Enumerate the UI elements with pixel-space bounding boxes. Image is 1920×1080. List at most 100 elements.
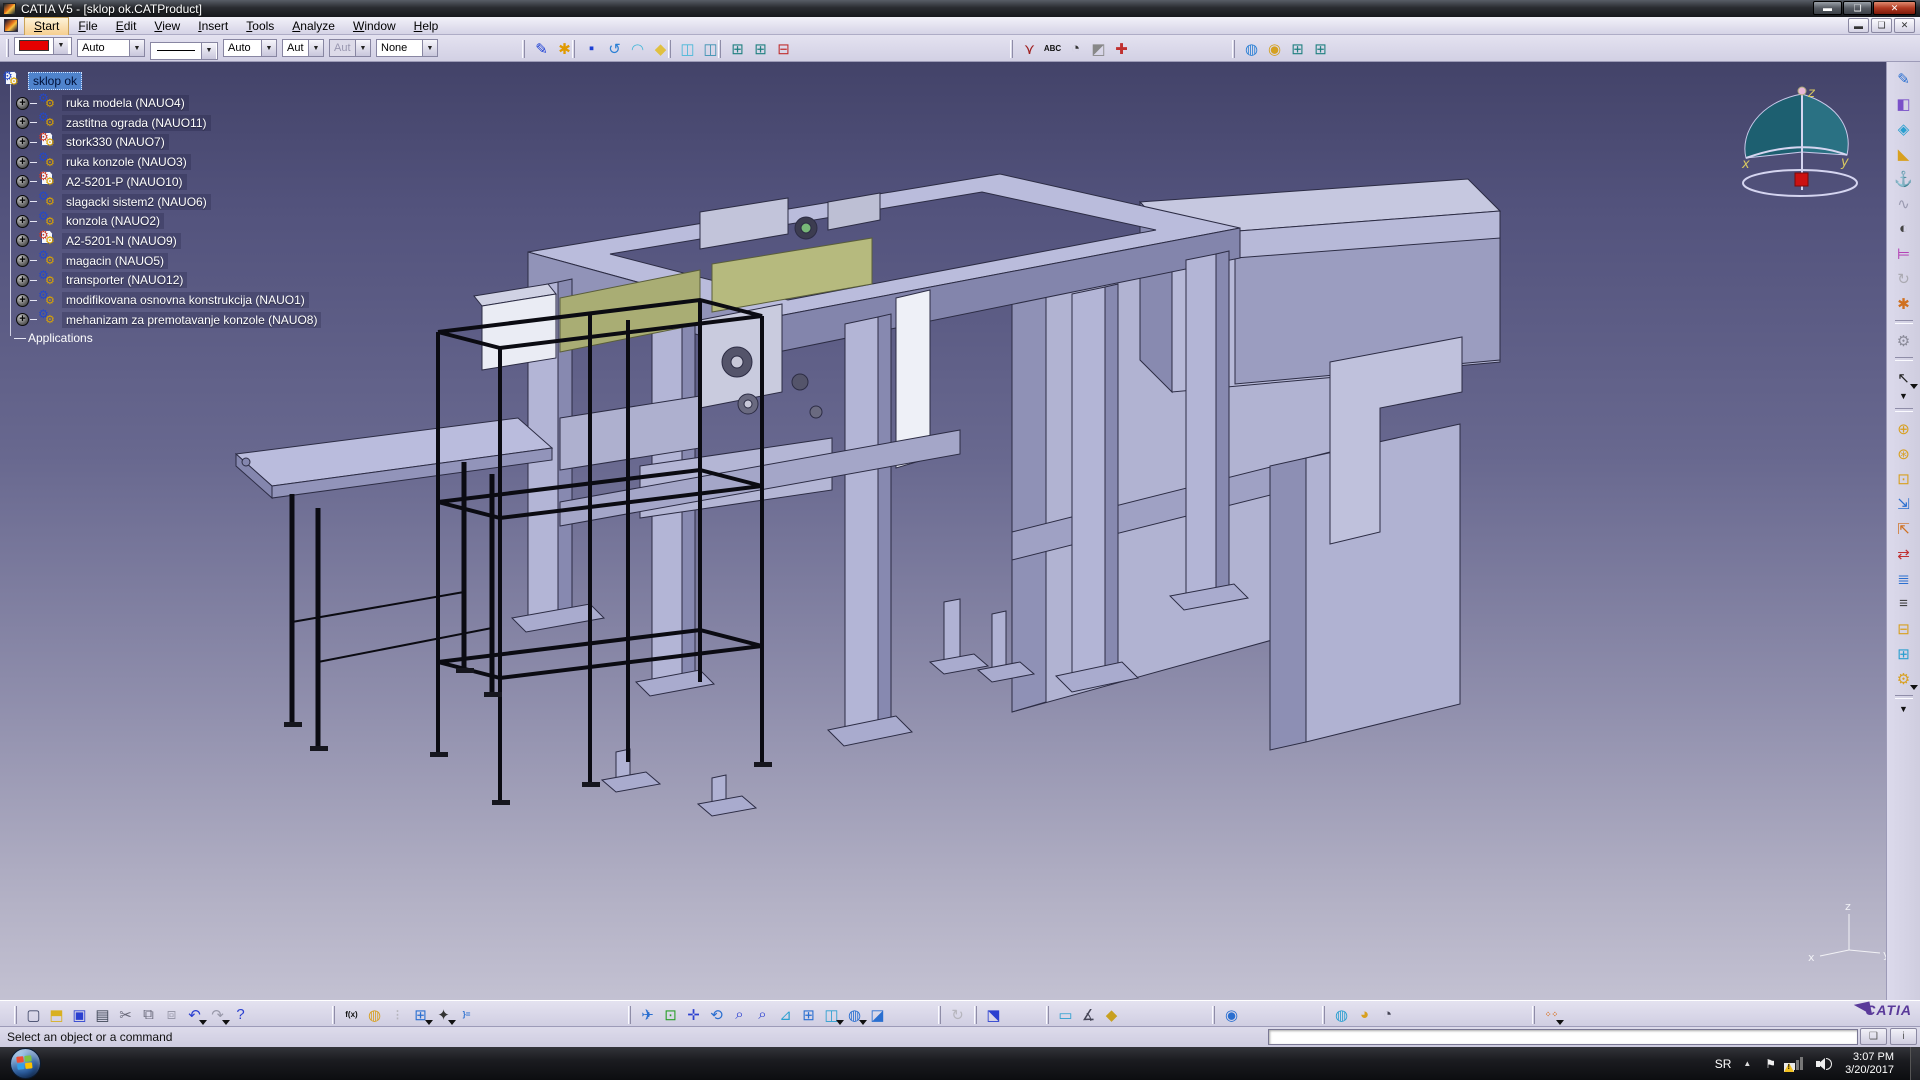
publish-tree-3-icon[interactable]: ⊟ xyxy=(772,37,795,60)
multi-instantiation-icon[interactable]: ⚙ xyxy=(1891,666,1917,691)
lasso-select-icon[interactable]: ◠ xyxy=(626,37,649,60)
render-wireframe-icon[interactable]: ◔ xyxy=(1376,1003,1399,1026)
publish-tree-2-icon[interactable]: ⊞ xyxy=(749,37,772,60)
expand-node-icon[interactable]: + xyxy=(16,156,29,169)
toolbar-grip[interactable] xyxy=(628,1006,631,1024)
toolbar-overflow-icon[interactable]: ▼ xyxy=(1899,391,1908,401)
close-button[interactable]: ✕ xyxy=(1873,1,1916,15)
dropdown-arrow-icon[interactable]: ▼ xyxy=(129,40,144,56)
document-icon[interactable] xyxy=(4,19,18,32)
whats-this-icon[interactable]: ? xyxy=(229,1003,252,1026)
generate-numbering-icon[interactable]: ≡ xyxy=(1891,591,1917,616)
print-3d-icon[interactable]: ◉ xyxy=(1220,1003,1243,1026)
expand-node-icon[interactable]: + xyxy=(16,274,29,287)
select-arrow-icon[interactable]: ↖ xyxy=(1891,365,1917,390)
paste-icon[interactable]: ⧈ xyxy=(160,1003,183,1026)
expand-node-icon[interactable]: + xyxy=(16,97,29,110)
toolbar-grip[interactable] xyxy=(1232,40,1235,58)
open-window-icon[interactable]: ◫ xyxy=(676,37,699,60)
network-status-icon[interactable] xyxy=(1788,1057,1804,1070)
render-style-dropdown[interactable]: Aut▼ xyxy=(329,39,371,57)
expand-node-icon[interactable]: + xyxy=(16,136,29,149)
language-indicator[interactable]: SR xyxy=(1715,1057,1732,1071)
toolbar-overflow-icon[interactable]: ▼ xyxy=(1899,704,1908,714)
fit-all-in-icon[interactable]: ⊡ xyxy=(659,1003,682,1026)
dropdown-arrow-icon[interactable]: ▼ xyxy=(355,40,370,56)
tree-item-mehanizam[interactable]: +⚙⚙mehanizam za premotavanje konzole (NA… xyxy=(0,311,360,329)
new-product-icon[interactable]: ⊛ xyxy=(1891,441,1917,466)
open-document-icon[interactable]: ⬒ xyxy=(45,1003,68,1026)
toolbar-grip[interactable] xyxy=(572,40,575,58)
line-weight-dropdown[interactable]: Auto▼ xyxy=(223,39,277,57)
anchor-fix-icon[interactable]: ⚓ xyxy=(1891,166,1917,191)
selective-load-icon[interactable]: ⊟ xyxy=(1891,616,1917,641)
tree-item-a2-5201-n[interactable]: +⚙⚙A2-5201-N (NAUO9) xyxy=(0,232,360,250)
render-shading-icon[interactable]: ◍ xyxy=(1330,1003,1353,1026)
measure-between-icon[interactable]: ▭ xyxy=(1054,1003,1077,1026)
dropdown-arrow-icon[interactable]: ▼ xyxy=(308,40,323,56)
child-minimize-button[interactable]: ▬ xyxy=(1848,18,1869,33)
apply-graphic-painter-icon[interactable]: ✎ xyxy=(530,37,553,60)
grip-tool-icon[interactable]: ◩ xyxy=(1087,37,1110,60)
replace-component-icon[interactable]: ⇄ xyxy=(1891,541,1917,566)
redo-icon[interactable]: ↷ xyxy=(206,1003,229,1026)
snap-grid-icon[interactable]: ⁘⁘ xyxy=(1540,1003,1563,1026)
expand-node-icon[interactable]: + xyxy=(16,175,29,188)
tree-item-zastitna[interactable]: +⚙⚙zastitna ograda (NAUO11) xyxy=(0,114,360,132)
render-material-icon[interactable]: ◕ xyxy=(1353,1003,1376,1026)
multi-view-icon[interactable]: ⊞ xyxy=(797,1003,820,1026)
fly-mode-icon[interactable]: ✈ xyxy=(636,1003,659,1026)
new-document-icon[interactable]: ▢ xyxy=(22,1003,45,1026)
action-center-icon[interactable]: ⚑ xyxy=(1765,1057,1776,1071)
expand-node-icon[interactable]: + xyxy=(16,195,29,208)
point-style-icon[interactable]: ▪ xyxy=(580,37,603,60)
tree-item-modifikovana[interactable]: +⚙⚙modifikovana osnovna konstrukcija (NA… xyxy=(0,291,360,309)
toolbar-grip[interactable] xyxy=(522,40,525,58)
tree-item-ruka[interactable]: +⚙⚙ruka konzole (NAUO3) xyxy=(0,153,360,171)
isometric-view-icon[interactable]: ◫ xyxy=(820,1003,843,1026)
new-component-icon[interactable]: ⊕ xyxy=(1891,416,1917,441)
tree-item-transporter[interactable]: +⚙⚙transporter (NAUO12) xyxy=(0,271,360,289)
part-design-icon[interactable]: ◧ xyxy=(1891,91,1917,116)
dropdown-arrow-icon[interactable]: ▼ xyxy=(201,43,216,59)
dropdown-arrow-icon[interactable]: ▼ xyxy=(422,40,437,56)
start-button[interactable] xyxy=(8,1048,44,1079)
tree-item-ruka[interactable]: +⚙⚙ruka modela (NAUO4) xyxy=(0,94,360,112)
toolbar-grip[interactable] xyxy=(1010,40,1013,58)
expand-node-icon[interactable]: + xyxy=(16,116,29,129)
restore-button[interactable]: ❑ xyxy=(1843,1,1872,15)
pan-icon[interactable]: ✛ xyxy=(682,1003,705,1026)
axis-flip-icon[interactable]: ⋎ xyxy=(1018,37,1041,60)
zoom-out-icon[interactable]: ⌕ xyxy=(751,1003,774,1026)
expand-status-button[interactable]: ❑ xyxy=(1860,1028,1887,1045)
knowledge-inspector-button[interactable]: i xyxy=(1890,1028,1917,1045)
power-input-field[interactable] xyxy=(1268,1029,1858,1045)
menu-view[interactable]: View xyxy=(145,18,189,35)
menu-tools[interactable]: Tools xyxy=(237,18,283,35)
copy-icon[interactable]: ⧉ xyxy=(137,1003,160,1026)
menu-edit[interactable]: Edit xyxy=(107,18,146,35)
swap-visible-space-icon[interactable]: ◪ xyxy=(866,1003,889,1026)
measure-item-icon[interactable]: ∡ xyxy=(1077,1003,1100,1026)
catalog-gray-icon[interactable]: ⚙ xyxy=(1891,328,1917,353)
graph-tree-reordering-icon[interactable]: ≣ xyxy=(1891,566,1917,591)
show-desktop-button[interactable] xyxy=(1910,1047,1920,1080)
toolbar-grip[interactable] xyxy=(332,1006,335,1024)
existing-component-icon[interactable]: ⇲ xyxy=(1891,491,1917,516)
structure-tree-1-icon[interactable]: ⊞ xyxy=(1286,37,1309,60)
menu-help[interactable]: Help xyxy=(405,18,448,35)
undo-icon[interactable]: ↶ xyxy=(183,1003,206,1026)
menu-insert[interactable]: Insert xyxy=(189,18,237,35)
stamp-tool-icon[interactable]: ✚ xyxy=(1110,37,1133,60)
menu-analyze[interactable]: Analyze xyxy=(283,18,344,35)
knowledge-pattern-icon[interactable]: ⁝ xyxy=(386,1003,409,1026)
tree-item-magacin[interactable]: +⚙⚙magacin (NAUO5) xyxy=(0,252,360,270)
toolbar-grip[interactable] xyxy=(1322,1006,1325,1024)
menu-window[interactable]: Window xyxy=(344,18,405,35)
dropdown-arrow-icon[interactable]: ▼ xyxy=(53,38,68,54)
menu-start[interactable]: Start xyxy=(24,17,69,36)
toolbar-grip[interactable] xyxy=(1212,1006,1215,1024)
save-document-icon[interactable]: ▣ xyxy=(68,1003,91,1026)
taskbar-clock[interactable]: 3:07 PM 3/20/2017 xyxy=(1845,1051,1894,1077)
knowledge-book-icon[interactable]: ⬔ xyxy=(982,1003,1005,1026)
